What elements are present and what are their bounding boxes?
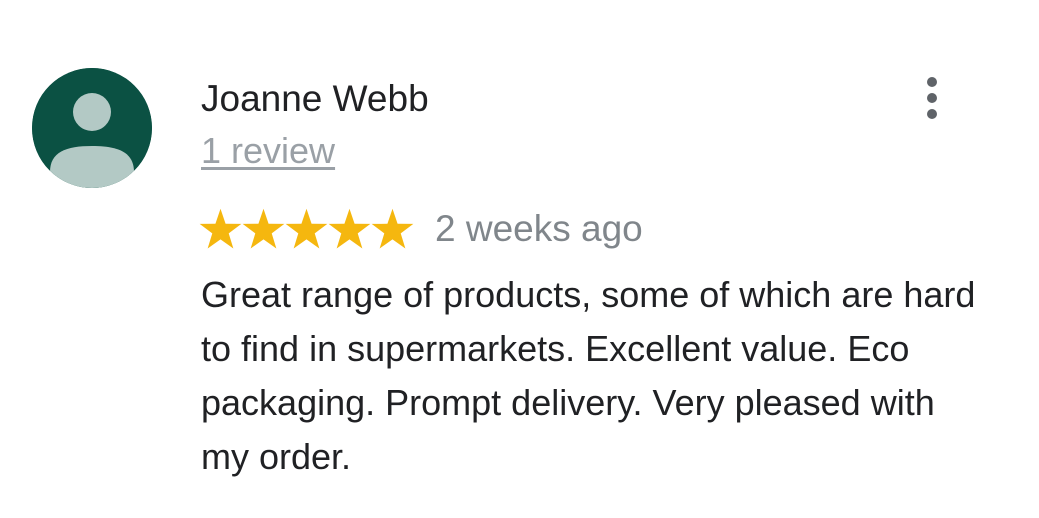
star-icon: [328, 207, 371, 251]
rating-row: 2 weeks ago: [199, 205, 643, 253]
person-icon: [32, 68, 152, 188]
star-icon: [285, 207, 328, 251]
star-icon: [242, 207, 285, 251]
author-name[interactable]: Joanne Webb: [201, 77, 429, 121]
more-options-button[interactable]: [908, 70, 956, 126]
star-icon: [199, 207, 242, 251]
review-card: Joanne Webb 1 review 2 weeks ago Great r…: [0, 0, 1039, 518]
star-rating: [199, 207, 414, 251]
avatar[interactable]: [32, 68, 152, 188]
review-date: 2 weeks ago: [435, 208, 643, 249]
star-icon: [371, 207, 414, 251]
review-count-link[interactable]: 1 review: [201, 130, 335, 172]
review-text: Great range of products, some of which a…: [201, 274, 976, 477]
more-vertical-icon: [927, 77, 937, 119]
